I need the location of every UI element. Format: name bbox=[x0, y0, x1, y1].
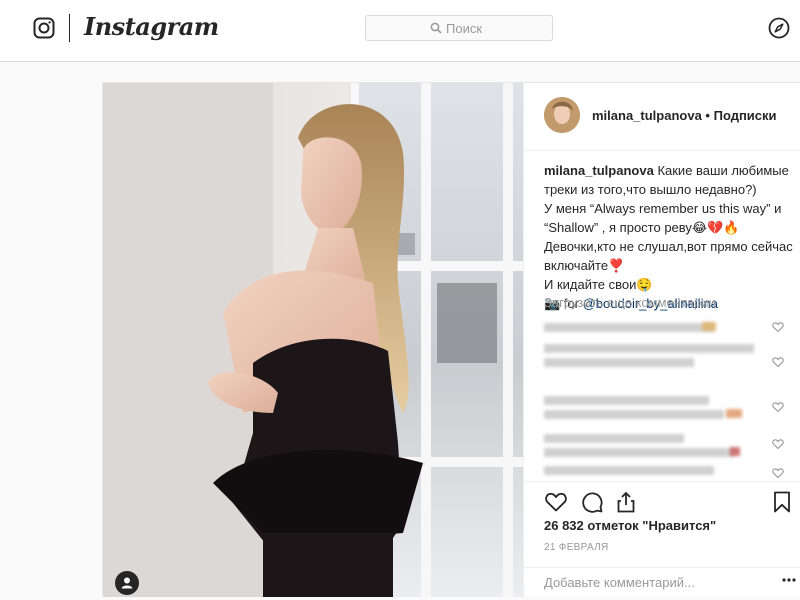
tagged-people-button[interactable] bbox=[115, 571, 139, 595]
comment-like-icon[interactable] bbox=[772, 467, 784, 479]
post-actions bbox=[524, 481, 800, 521]
caption-username[interactable]: milana_tulpanova bbox=[544, 163, 654, 178]
compass-icon[interactable] bbox=[768, 17, 790, 39]
follow-status-button[interactable]: Подписки bbox=[714, 108, 777, 123]
comment-icon[interactable] bbox=[580, 490, 604, 514]
post-author: milana_tulpanova • Подписки bbox=[592, 108, 777, 123]
caption-line-1: milana_tulpanova Какие ваши любимые bbox=[544, 161, 794, 180]
post-card: milana_tulpanova • Подписки milana_tulpa… bbox=[102, 82, 800, 597]
instagram-wordmark[interactable]: Instagram bbox=[84, 12, 219, 41]
search-input[interactable]: Поиск bbox=[365, 15, 553, 41]
search-icon bbox=[430, 22, 442, 34]
comment-input[interactable]: Добавьте комментарий... bbox=[544, 575, 695, 590]
comment-like-icon[interactable] bbox=[772, 321, 784, 333]
avatar-image bbox=[544, 97, 580, 133]
user-icon bbox=[121, 577, 133, 589]
caption-line-5: Девочки,кто не слушал,вот прямо сейчас bbox=[544, 239, 793, 254]
author-username[interactable]: milana_tulpanova bbox=[592, 108, 702, 123]
comment-form: Добавьте комментарий... bbox=[524, 567, 800, 597]
caption-line-2: треки из того,что вышло недавно?) bbox=[544, 182, 757, 197]
comment-like-icon[interactable] bbox=[772, 401, 784, 413]
caption-line-4: “Shallow” , я просто реву😂💔🔥 bbox=[544, 220, 740, 235]
comment-like-icon[interactable] bbox=[772, 438, 784, 450]
instagram-logo-icon[interactable] bbox=[33, 17, 55, 39]
post-header: milana_tulpanova • Подписки bbox=[524, 83, 800, 151]
post-photo[interactable] bbox=[103, 83, 523, 597]
post-date[interactable]: 21 ФЕВРАЛЯ bbox=[544, 542, 609, 553]
header-separator: • bbox=[701, 108, 714, 123]
more-options-icon[interactable] bbox=[782, 578, 796, 582]
caption-line-6: включайте❣️ bbox=[544, 258, 625, 273]
caption-text: Какие ваши любимые bbox=[657, 163, 789, 178]
share-icon[interactable] bbox=[614, 490, 638, 514]
caption-line-3: У меня “Always remember us this way” и bbox=[544, 201, 782, 216]
search-placeholder: Поиск bbox=[446, 21, 483, 36]
heart-icon[interactable] bbox=[544, 490, 568, 514]
photo-illustration bbox=[103, 83, 523, 597]
post-side-panel: milana_tulpanova • Подписки milana_tulpa… bbox=[523, 83, 800, 597]
logo-divider bbox=[69, 14, 70, 42]
avatar[interactable] bbox=[544, 97, 580, 133]
top-navigation-bar: Instagram Поиск bbox=[0, 0, 800, 62]
comment-like-icon[interactable] bbox=[772, 356, 784, 368]
like-count[interactable]: 26 832 отметок "Нравится" bbox=[544, 518, 716, 533]
load-more-comments-button[interactable]: Загрузить еще комментарии bbox=[544, 295, 716, 310]
caption-line-7: И кидайте свои🤤 bbox=[544, 277, 653, 292]
post-caption: milana_tulpanova Какие ваши любимые трек… bbox=[544, 161, 794, 313]
bookmark-icon[interactable] bbox=[770, 490, 794, 514]
